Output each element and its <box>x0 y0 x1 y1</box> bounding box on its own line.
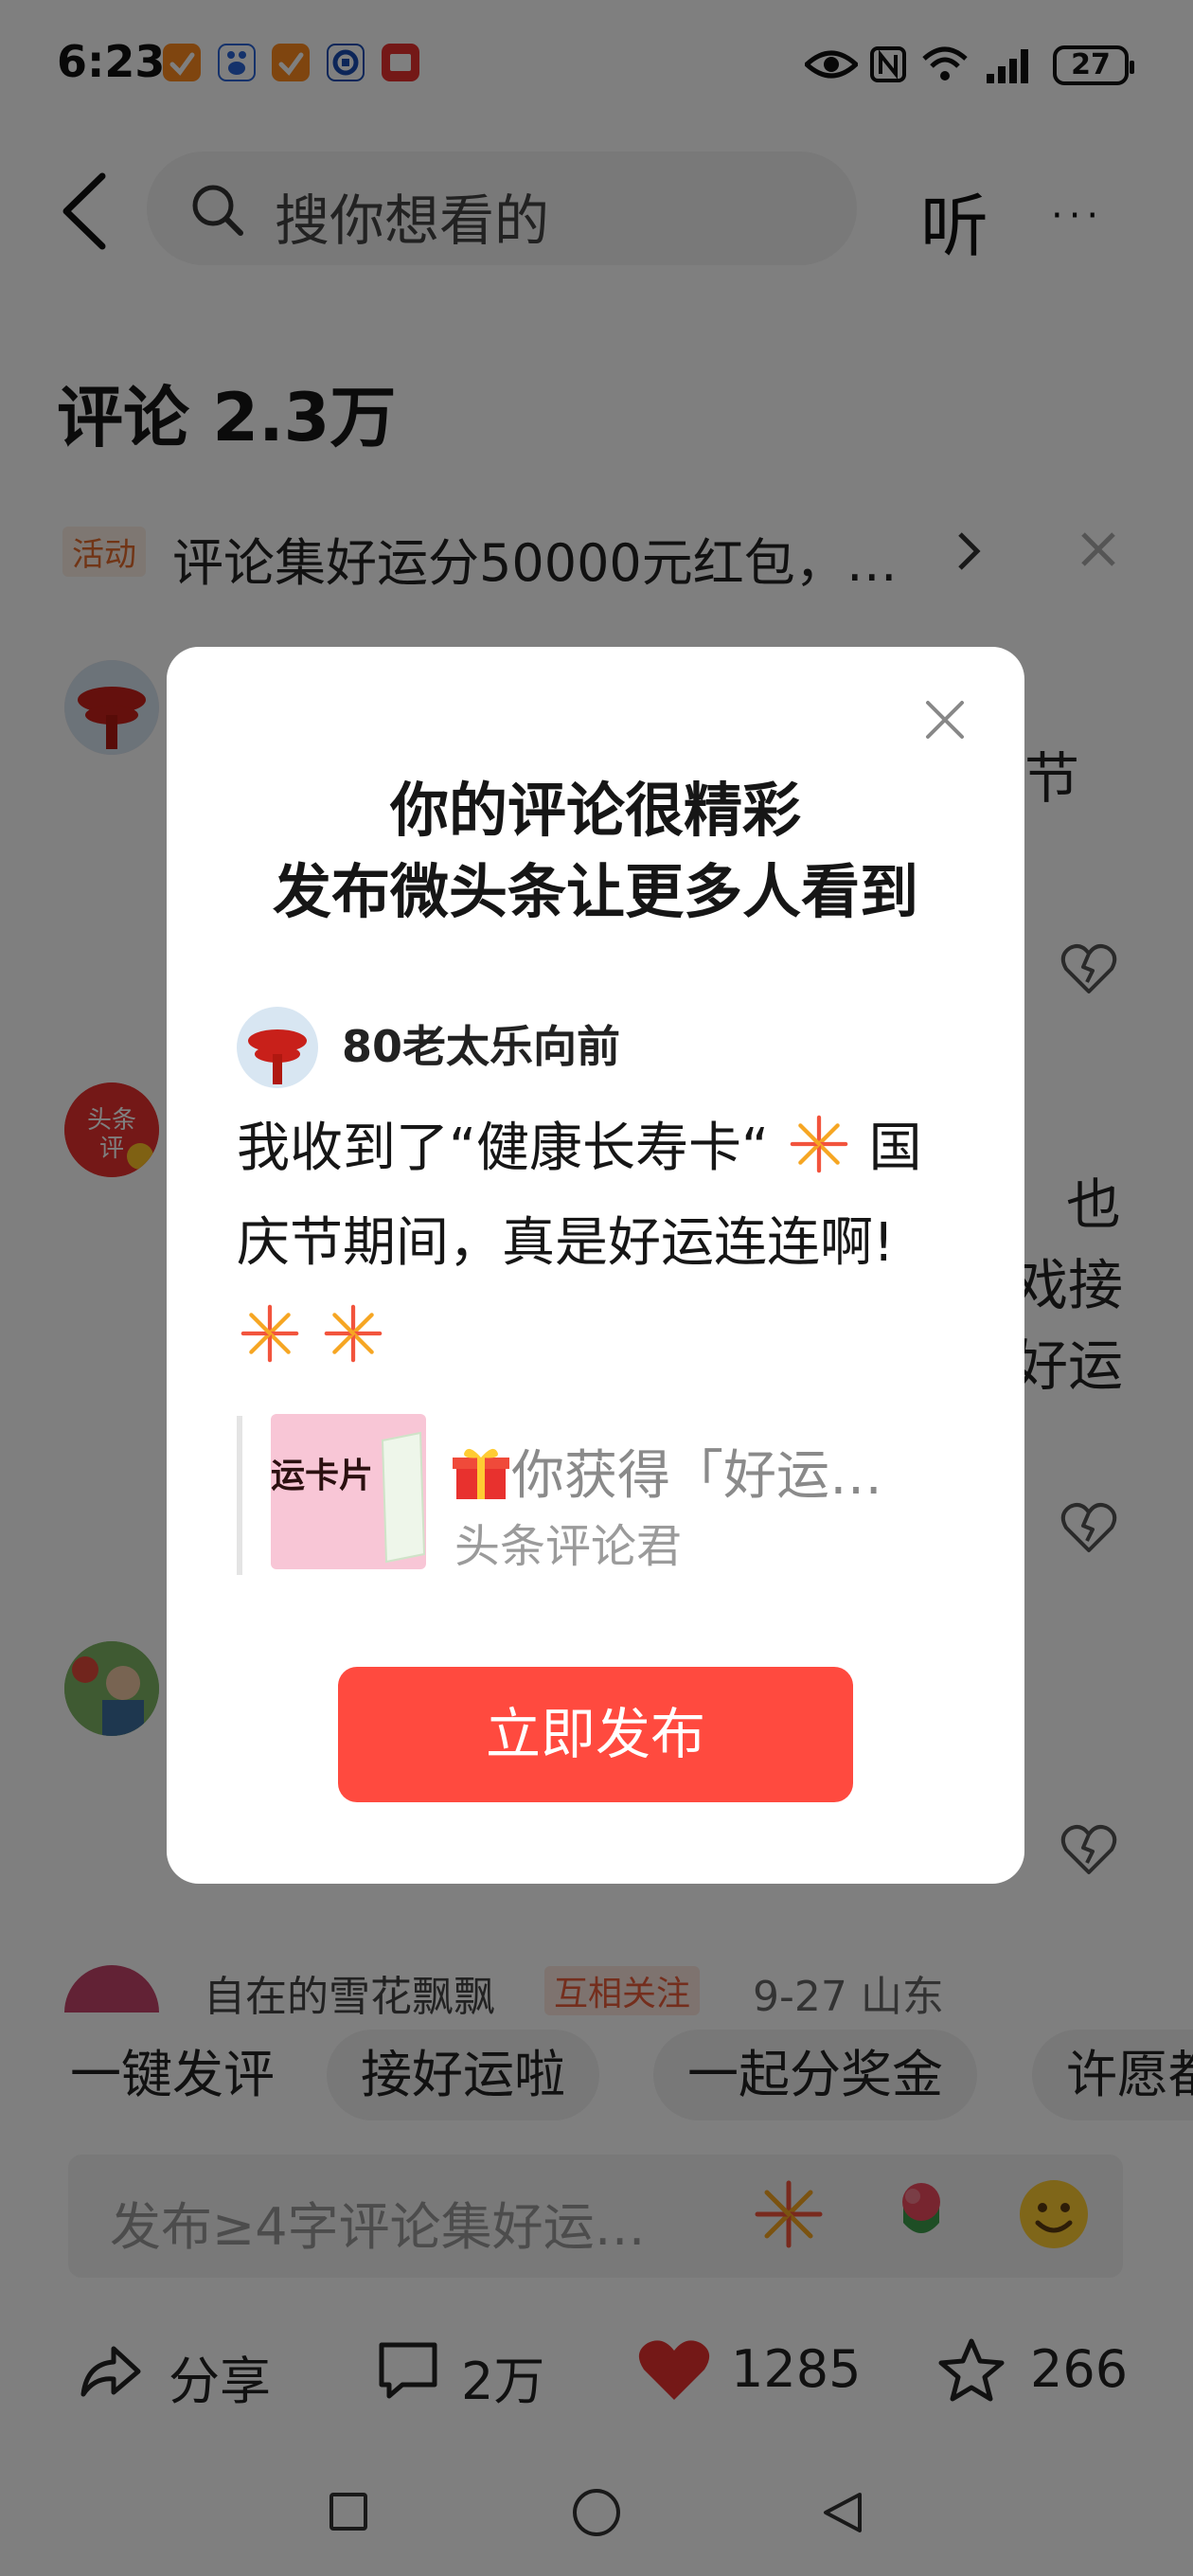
dialog-title: 你的评论很精彩 <box>389 776 801 845</box>
dialog-username: 80老太乐向前 <box>342 1021 621 1072</box>
firework-emoji-icon <box>237 1300 303 1367</box>
lucky-card-thumbnail: 运卡片 <box>271 1414 426 1569</box>
quote-bar <box>237 1416 242 1575</box>
avatar <box>237 1007 318 1088</box>
publish-now-button[interactable]: 立即发布 <box>338 1667 853 1802</box>
comment-line-2: 庆节期间，真是好运连连啊! <box>237 1212 895 1274</box>
close-icon[interactable] <box>924 699 966 741</box>
card-reward-text: 你获得「好运… <box>511 1445 882 1507</box>
firework-emoji-icon <box>786 1111 852 1177</box>
dialog-subtitle: 发布微头条让更多人看到 <box>272 857 918 926</box>
comment-line-1: 我收到了“健康长寿卡“ <box>237 1118 770 1179</box>
firework-emoji-icon <box>320 1300 386 1367</box>
publish-dialog: 你的评论很精彩 发布微头条让更多人看到 80老太乐向前 我收到了“健康长寿卡“ … <box>167 647 1024 1884</box>
card-thumbnail-text: 运卡片 <box>271 1457 374 1495</box>
card-text: 你获得「好运… <box>451 1433 882 1510</box>
gift-icon <box>451 1442 511 1503</box>
dialog-comment-text: 我收到了“健康长寿卡“ 国 庆节期间，真是好运连连啊! <box>237 1101 956 1386</box>
card-author: 头条评论君 <box>454 1520 683 1573</box>
comment-line-1-tail: 国 <box>868 1118 922 1179</box>
